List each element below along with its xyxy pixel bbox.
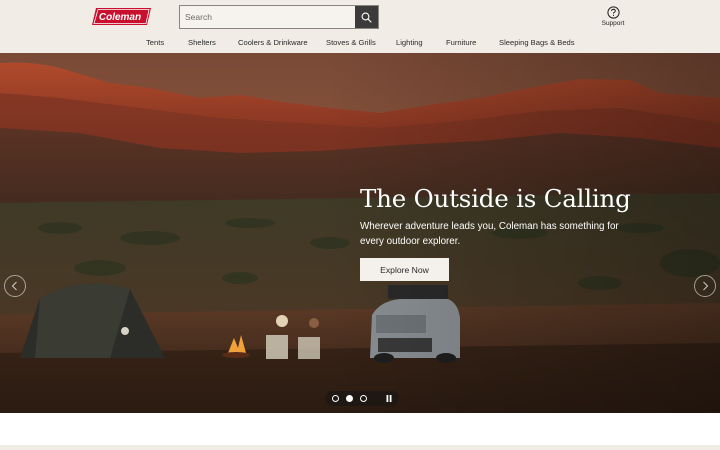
hero-headline: The Outside is Calling <box>360 184 631 213</box>
nav-item-stoves-grills[interactable]: Stoves & Grills <box>326 38 376 47</box>
nav-item-shelters[interactable]: Shelters <box>188 38 216 47</box>
search-button[interactable] <box>355 6 378 28</box>
carousel-dot-1[interactable] <box>332 395 339 402</box>
content-band <box>0 445 720 450</box>
explore-now-button[interactable]: Explore Now <box>360 258 449 281</box>
carousel-dot-2[interactable] <box>346 395 353 402</box>
nav-item-furniture[interactable]: Furniture <box>446 38 476 47</box>
support-link[interactable]: Support <box>598 6 628 27</box>
carousel-next-button[interactable] <box>694 275 716 297</box>
svg-text:Coleman: Coleman <box>99 12 141 23</box>
search-icon <box>361 12 372 23</box>
help-icon <box>606 6 620 19</box>
carousel-prev-button[interactable] <box>4 275 26 297</box>
coleman-logo[interactable]: Coleman <box>92 8 151 25</box>
nav-item-lighting[interactable]: Lighting <box>396 38 423 47</box>
carousel-dot-3[interactable] <box>360 395 367 402</box>
carousel-controls <box>325 391 399 406</box>
search-input[interactable] <box>180 6 356 28</box>
chevron-left-icon <box>11 281 17 291</box>
support-label: Support <box>601 20 625 27</box>
pause-icon[interactable] <box>384 394 394 403</box>
main-nav: Tents Shelters Coolers & Drinkware Stove… <box>0 38 720 50</box>
site-header: Coleman Support Tents Shelters Coolers &… <box>0 0 720 53</box>
chevron-right-icon <box>703 281 709 291</box>
hero-subtext: Wherever adventure leads you, Coleman ha… <box>360 221 619 247</box>
nav-item-tents[interactable]: Tents <box>146 38 164 47</box>
nav-item-sleeping-bags-beds[interactable]: Sleeping Bags & Beds <box>499 38 575 47</box>
search-box <box>179 5 379 29</box>
nav-item-coolers-drinkware[interactable]: Coolers & Drinkware <box>238 38 308 47</box>
